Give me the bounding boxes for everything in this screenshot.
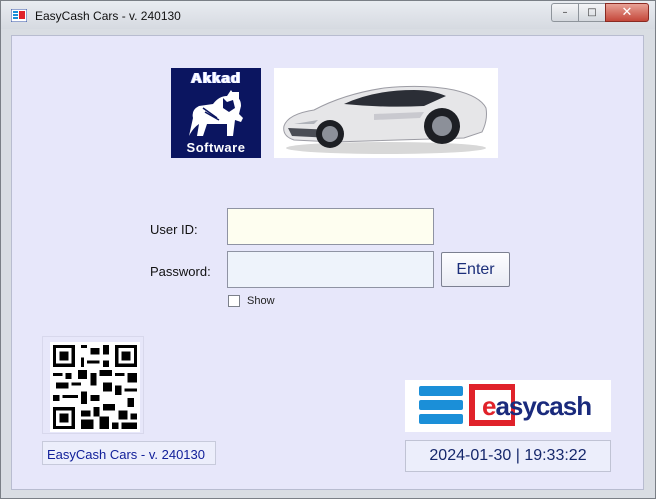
window-controls: – □ ✕ [551, 3, 649, 22]
password-input[interactable] [227, 251, 434, 288]
current-time: 19:33:22 [524, 447, 587, 464]
minimize-button[interactable]: – [551, 3, 578, 22]
show-password-label: Show [247, 295, 275, 307]
app-icon [11, 9, 27, 22]
datetime-display: 2024-01-30 | 19:33:22 [405, 440, 611, 472]
show-password-checkbox[interactable] [228, 295, 240, 307]
easycash-word-rest: asycash [495, 391, 592, 421]
app-window: EasyCash Cars - v. 240130 – □ ✕ Akkad So… [0, 0, 656, 499]
password-label: Password: [150, 264, 211, 279]
enter-button[interactable]: Enter [441, 252, 510, 287]
datetime-separator: | [515, 447, 520, 464]
logo-text-top: Akkad [190, 70, 242, 87]
sports-car-icon [283, 85, 487, 154]
title-bar[interactable]: EasyCash Cars - v. 240130 – □ ✕ [1, 1, 655, 29]
qr-code-icon [50, 342, 140, 432]
user-id-input[interactable] [227, 208, 434, 245]
show-password-toggle[interactable]: Show [228, 295, 275, 307]
close-button[interactable]: ✕ [605, 3, 649, 22]
car-image [274, 68, 498, 158]
maximize-button[interactable]: □ [578, 3, 605, 22]
logo-text-bottom: Software [186, 140, 246, 155]
window-title: EasyCash Cars - v. 240130 [35, 9, 181, 23]
qr-code-panel [42, 336, 144, 434]
lamassu-icon [189, 90, 243, 136]
version-label: EasyCash Cars - v. 240130 [42, 441, 216, 465]
easycash-wordmark: easycash [482, 391, 592, 422]
current-date: 2024-01-30 [429, 447, 512, 464]
akkad-software-logo: Akkad Software [171, 68, 261, 158]
easycash-logo: easycash [405, 380, 611, 432]
user-id-label: User ID: [150, 222, 198, 237]
login-form: Akkad Software User ID: Password: Enter … [11, 35, 644, 490]
easycash-letter-e: e [482, 391, 497, 421]
